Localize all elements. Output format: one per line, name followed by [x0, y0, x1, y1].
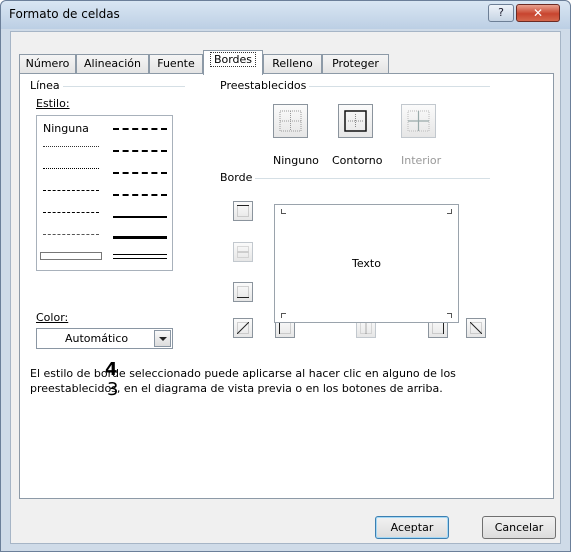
border-diagonal-down-icon: [470, 322, 482, 334]
border-diagonal-down-button[interactable]: [466, 318, 486, 338]
linea-group-label: Línea: [30, 79, 63, 92]
tab-label: Número: [25, 57, 70, 70]
close-button[interactable]: ✕: [516, 4, 560, 22]
line-style-medium-dash-dot-dot[interactable]: [113, 128, 167, 130]
border-horizontal-inside-icon: [237, 246, 249, 258]
border-bottom-icon: [237, 286, 249, 298]
preview-text: Texto: [352, 257, 381, 270]
tab-proteger[interactable]: Proteger: [322, 54, 389, 74]
line-style-medium-dash-dot[interactable]: [113, 172, 167, 174]
preset-outline-label: Contorno: [332, 154, 383, 167]
color-value: Automático: [65, 332, 129, 345]
border-left-icon: [279, 322, 291, 334]
border-top-icon: [237, 205, 249, 217]
chevron-down-icon[interactable]: [154, 330, 171, 347]
title-bar: Formato de celdas ? ✕: [1, 1, 570, 29]
border-bottom-button[interactable]: [233, 282, 253, 302]
preset-outline-button[interactable]: [338, 104, 373, 138]
tab-fuente[interactable]: Fuente: [149, 54, 203, 74]
line-style-slant-dash-dot[interactable]: [113, 150, 167, 152]
line-style-none[interactable]: Ninguna: [43, 122, 89, 135]
border-diagonal-up-icon: [237, 322, 249, 334]
window-title: Formato de celdas: [9, 7, 120, 21]
tab-label: Bordes: [209, 52, 257, 67]
line-style-dash-dot-dot[interactable]: [43, 190, 99, 191]
preview-corner-br: [447, 313, 452, 318]
preview-corner-tr: [447, 209, 452, 214]
preset-none-button[interactable]: [273, 104, 308, 138]
tab-label: Relleno: [272, 57, 313, 70]
line-style-thick[interactable]: [113, 236, 167, 239]
border-group-label: Borde: [220, 171, 256, 184]
tab-bordes[interactable]: Bordes: [203, 50, 263, 75]
cancel-button[interactable]: Cancelar: [482, 516, 556, 539]
line-style-thin-selected[interactable]: [40, 252, 102, 260]
line-style-dash-dot[interactable]: [43, 212, 99, 213]
estilo-label: Estilo:: [36, 97, 73, 110]
marker-4: 4: [105, 359, 118, 380]
tab-label: Proteger: [332, 57, 379, 70]
description-text: El estilo de borde seleccionado puede ap…: [30, 367, 456, 395]
preset-none-label: Ninguno: [273, 154, 319, 167]
line-style-double[interactable]: [113, 254, 167, 259]
preset-inside-button[interactable]: [401, 104, 436, 138]
presets-group-label: Preestablecidos: [220, 79, 310, 92]
line-style-list[interactable]: Ninguna: [36, 115, 173, 271]
border-outline-icon: [344, 110, 367, 132]
tab-numero[interactable]: Número: [19, 54, 76, 74]
border-top-button[interactable]: [233, 201, 253, 221]
line-style-hair[interactable]: [43, 146, 99, 147]
color-dropdown[interactable]: Automático: [36, 328, 173, 349]
color-label: Color:: [36, 311, 72, 324]
tab-alineacion[interactable]: Alineación: [76, 54, 149, 74]
preview-corner-tl: [281, 209, 286, 214]
border-none-icon: [279, 110, 302, 132]
line-style-medium-dashed[interactable]: [113, 194, 167, 196]
line-style-dashed[interactable]: [43, 234, 99, 235]
marker-3: 3: [107, 379, 119, 400]
border-preview[interactable]: Texto: [274, 204, 459, 323]
border-vertical-inside-icon: [360, 322, 372, 334]
line-style-medium[interactable]: [113, 216, 167, 218]
ok-button[interactable]: Aceptar: [375, 516, 449, 539]
border-diagonal-up-button[interactable]: [233, 318, 253, 338]
tab-label: Alineación: [84, 57, 141, 70]
line-style-dotted[interactable]: [43, 168, 99, 169]
preview-corner-bl: [281, 313, 286, 318]
tab-relleno[interactable]: Relleno: [263, 54, 322, 74]
format-cells-dialog: Formato de celdas ? ✕ Número Alineación …: [0, 0, 571, 552]
border-middle-button[interactable]: [233, 242, 253, 262]
dialog-body: Número Alineación Fuente Bordes Relleno …: [10, 31, 561, 544]
border-group-line: [220, 178, 490, 179]
help-button[interactable]: ?: [488, 4, 514, 22]
border-right-icon: [432, 322, 444, 334]
border-inside-icon: [407, 110, 430, 132]
preset-inside-label: Interior: [401, 154, 442, 167]
tab-label: Fuente: [157, 57, 195, 70]
borders-panel: Línea Estilo: Ninguna Color: Automático …: [19, 73, 554, 499]
